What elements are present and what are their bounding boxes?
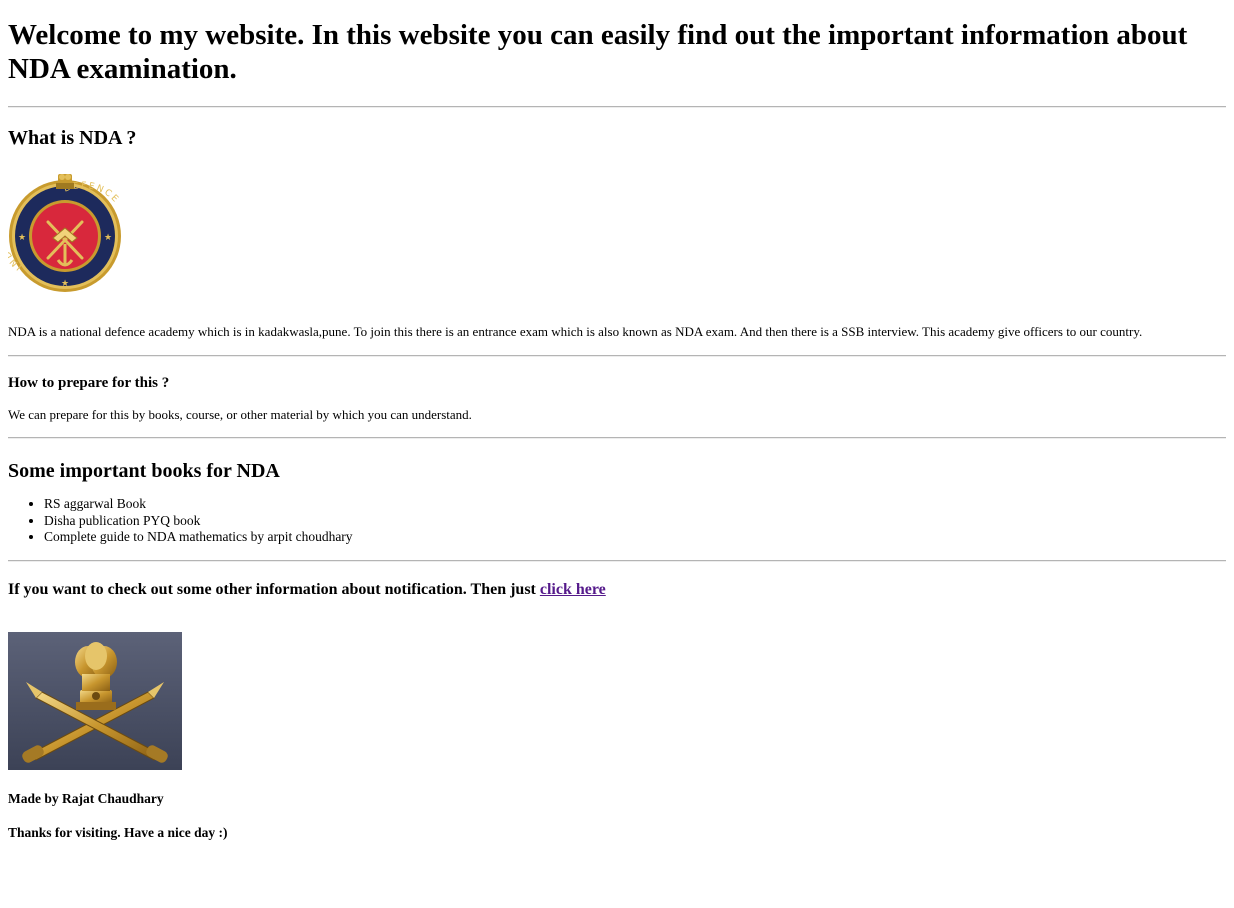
defence-emblem-image: INDIAN DEFENCE ★ ★ ★ xyxy=(8,166,1226,306)
page-title: Welcome to my website. In this website y… xyxy=(8,19,1188,85)
nda-description: NDA is a national defence academy which … xyxy=(8,324,1143,339)
svg-text:★: ★ xyxy=(18,232,26,242)
prepare-description: We can prepare for this by books, course… xyxy=(8,406,472,422)
defence-emblem-icon: INDIAN DEFENCE ★ ★ ★ xyxy=(8,174,121,292)
notification-label: If you want to check out some other info… xyxy=(8,580,540,598)
section-heading-prepare: How to prepare for this ? xyxy=(8,374,170,391)
svg-text:★: ★ xyxy=(104,232,112,242)
list-item: Complete guide to NDA mathematics by arp… xyxy=(44,529,1226,546)
notification-text: If you want to check out some other info… xyxy=(8,580,1226,600)
notification-link[interactable]: click here xyxy=(540,581,606,598)
section-heading-what-is-nda: What is NDA ? xyxy=(8,127,137,149)
army-emblem-image xyxy=(8,631,1226,770)
army-emblem-icon xyxy=(8,631,182,770)
divider xyxy=(8,437,1226,439)
books-list: RS aggarwal Book Disha publication PYQ b… xyxy=(8,496,1226,546)
divider xyxy=(8,106,1226,108)
list-item: Disha publication PYQ book xyxy=(44,513,1226,530)
svg-text:★: ★ xyxy=(61,278,69,288)
made-by-text: Made by Rajat Chaudhary xyxy=(8,790,164,806)
list-item: RS aggarwal Book xyxy=(44,496,1226,513)
divider xyxy=(8,354,1226,357)
divider xyxy=(8,559,1226,562)
thanks-text: Thanks for visiting. Have a nice day :) xyxy=(8,824,228,840)
page-content: Welcome to my website. In this website y… xyxy=(0,18,1234,841)
section-heading-books: Some important books for NDA xyxy=(8,460,280,482)
